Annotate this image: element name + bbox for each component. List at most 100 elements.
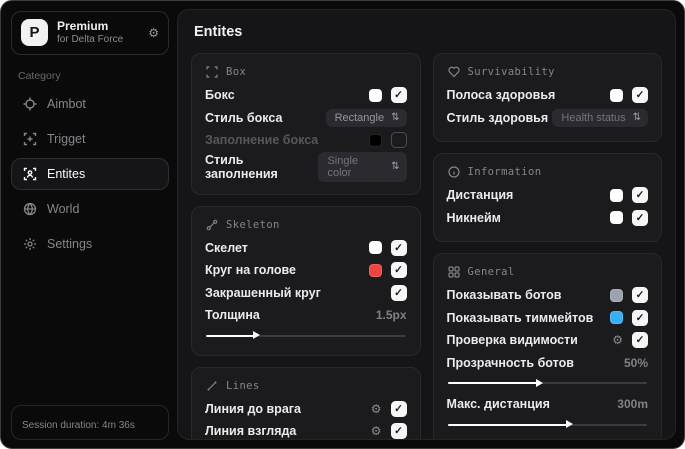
category-label: Category — [18, 69, 61, 82]
checkbox[interactable]: ✓ — [632, 87, 648, 104]
setting-row: Полоса здоровья ✓ — [446, 84, 648, 107]
sidebar-item-label: Aimbot — [47, 96, 86, 111]
setting-row: Прозрачность ботов 50% — [447, 352, 649, 375]
color-swatch[interactable] — [368, 88, 382, 102]
setting-row: Стиль здоровья Health status ⇅ — [446, 107, 648, 130]
checkbox[interactable]: ✓ — [632, 287, 648, 304]
distance-value: 300m — [617, 397, 648, 412]
box-style-select[interactable]: Rectangle ⇅ — [325, 108, 407, 127]
setting-label: Закрашенный круг — [205, 285, 321, 300]
setting-label: Показывать тиммейтов — [446, 310, 594, 325]
chevron-updown-icon: ⇅ — [391, 112, 400, 124]
checkbox[interactable]: ✓ — [390, 87, 407, 104]
sync-icon[interactable]: ⚙ — [148, 26, 159, 40]
checkbox[interactable]: ✓ — [632, 209, 648, 226]
main-panel: Entites Box Бокс ✓ Стиль бокса Rectangle… — [177, 9, 676, 440]
sidebar-item-world[interactable]: World — [11, 193, 169, 225]
app-window: P Premium for Delta Force ⚙ Category Aim… — [0, 0, 685, 449]
box-icon — [206, 66, 218, 78]
setting-label: Показывать ботов — [446, 288, 562, 303]
sidebar-item-entites[interactable]: Entites — [11, 157, 169, 190]
opacity-value: 50% — [623, 355, 648, 370]
setting-label: Скелет — [205, 240, 248, 255]
gear-icon[interactable]: ⚙ — [612, 334, 623, 346]
information-card: Information Дистанция ✓ Никнейм ✓ — [432, 153, 662, 242]
heart-pulse-icon — [447, 66, 460, 78]
checkbox[interactable]: ✓ — [390, 423, 407, 439]
lines-card: Lines Линия до врага ⚙ ✓ Линия взгляда ⚙ — [191, 366, 421, 439]
setting-label: Стиль заполнения — [205, 152, 278, 181]
sidebar-item-aimbot[interactable]: Aimbot — [11, 88, 169, 120]
grid-icon — [447, 266, 460, 278]
setting-label: Заполнение бокса — [205, 133, 319, 148]
setting-label: Стиль здоровья — [446, 110, 549, 125]
color-swatch[interactable] — [368, 133, 382, 147]
checkbox[interactable]: ✓ — [390, 262, 407, 279]
color-swatch[interactable] — [610, 288, 623, 302]
setting-label: Дистанция — [446, 188, 514, 203]
checkbox[interactable]: ✓ — [632, 332, 648, 349]
setting-label: Стиль бокса — [205, 110, 283, 125]
setting-label: Полоса здоровья — [446, 88, 556, 103]
color-swatch[interactable] — [610, 311, 623, 325]
gear-icon[interactable]: ⚙ — [371, 425, 382, 437]
bone-icon — [206, 219, 218, 231]
setting-label: Круг на голове — [205, 263, 296, 278]
color-swatch[interactable] — [368, 241, 382, 255]
checkbox[interactable]: ✓ — [390, 132, 407, 149]
select-value: Rectangle — [334, 111, 385, 124]
sidebar-item-settings[interactable]: Settings — [11, 228, 169, 260]
setting-row: Закрашенный круг ✓ — [205, 282, 407, 305]
checkbox[interactable]: ✓ — [390, 400, 407, 417]
color-swatch[interactable] — [610, 188, 623, 202]
setting-label: Линия до врага — [205, 401, 301, 416]
setting-row: Скелет ✓ — [205, 237, 407, 260]
checkbox[interactable]: ✓ — [390, 284, 407, 301]
chevron-updown-icon: ⇅ — [632, 112, 641, 124]
box-card: Box Бокс ✓ Стиль бокса Rectangle ⇅ Запол… — [191, 53, 421, 195]
setting-label: Макс. дистанция — [446, 397, 550, 412]
setting-label: Проверка видимости — [446, 333, 578, 348]
sidebar-item-trigget[interactable]: Trigget — [11, 123, 169, 155]
setting-label: Бокс — [205, 88, 235, 103]
sidebar: P Premium for Delta Force ⚙ Category Aim… — [1, 1, 177, 448]
session-duration-text: Session duration: 4m 36s — [22, 420, 135, 431]
globe-icon — [23, 202, 37, 216]
card-title: Skeleton — [226, 218, 280, 231]
trigger-icon — [23, 132, 37, 146]
info-icon — [447, 166, 460, 178]
setting-row: Макс. дистанция 300m — [447, 393, 649, 416]
color-swatch[interactable] — [368, 263, 382, 277]
setting-row: Стиль бокса Rectangle ⇅ — [205, 107, 407, 130]
max-distance-slider[interactable] — [447, 420, 647, 428]
setting-row: Показывать тиммейтов ✓ — [446, 307, 648, 330]
color-swatch[interactable] — [610, 88, 623, 102]
sidebar-item-label: Entites — [47, 166, 86, 181]
sidebar-item-label: Trigget — [47, 131, 86, 146]
page-title: Entites — [194, 24, 243, 40]
thickness-slider[interactable] — [206, 331, 406, 339]
crosshair-icon — [23, 97, 37, 111]
health-style-select[interactable]: Health status ⇅ — [552, 108, 648, 127]
setting-row: Показывать ботов ✓ — [446, 284, 648, 307]
sidebar-item-label: Settings — [47, 236, 93, 251]
select-value: Single color — [327, 154, 359, 179]
color-swatch[interactable] — [610, 211, 623, 225]
gear-icon[interactable]: ⚙ — [371, 403, 382, 415]
setting-row: Стиль заполнения Single color ⇅ — [205, 151, 407, 182]
product-name: Premium — [57, 19, 109, 33]
gear-icon — [23, 237, 37, 251]
setting-row: Заполнение бокса ✓ — [205, 129, 407, 152]
checkbox[interactable]: ✓ — [632, 309, 648, 326]
brand-logo: P — [21, 19, 48, 47]
select-value: Health status — [561, 111, 626, 124]
setting-row: Дистанция ✓ — [446, 184, 648, 207]
bot-opacity-slider[interactable] — [447, 378, 647, 387]
setting-row: Толщина 1.5px — [205, 304, 407, 327]
setting-label: Толщина — [205, 308, 260, 323]
fill-style-select[interactable]: Single color ⇅ — [318, 151, 407, 182]
card-title: Box — [226, 66, 247, 78]
checkbox[interactable]: ✓ — [632, 187, 648, 204]
chevron-updown-icon: ⇅ — [391, 161, 400, 172]
checkbox[interactable]: ✓ — [390, 239, 407, 256]
